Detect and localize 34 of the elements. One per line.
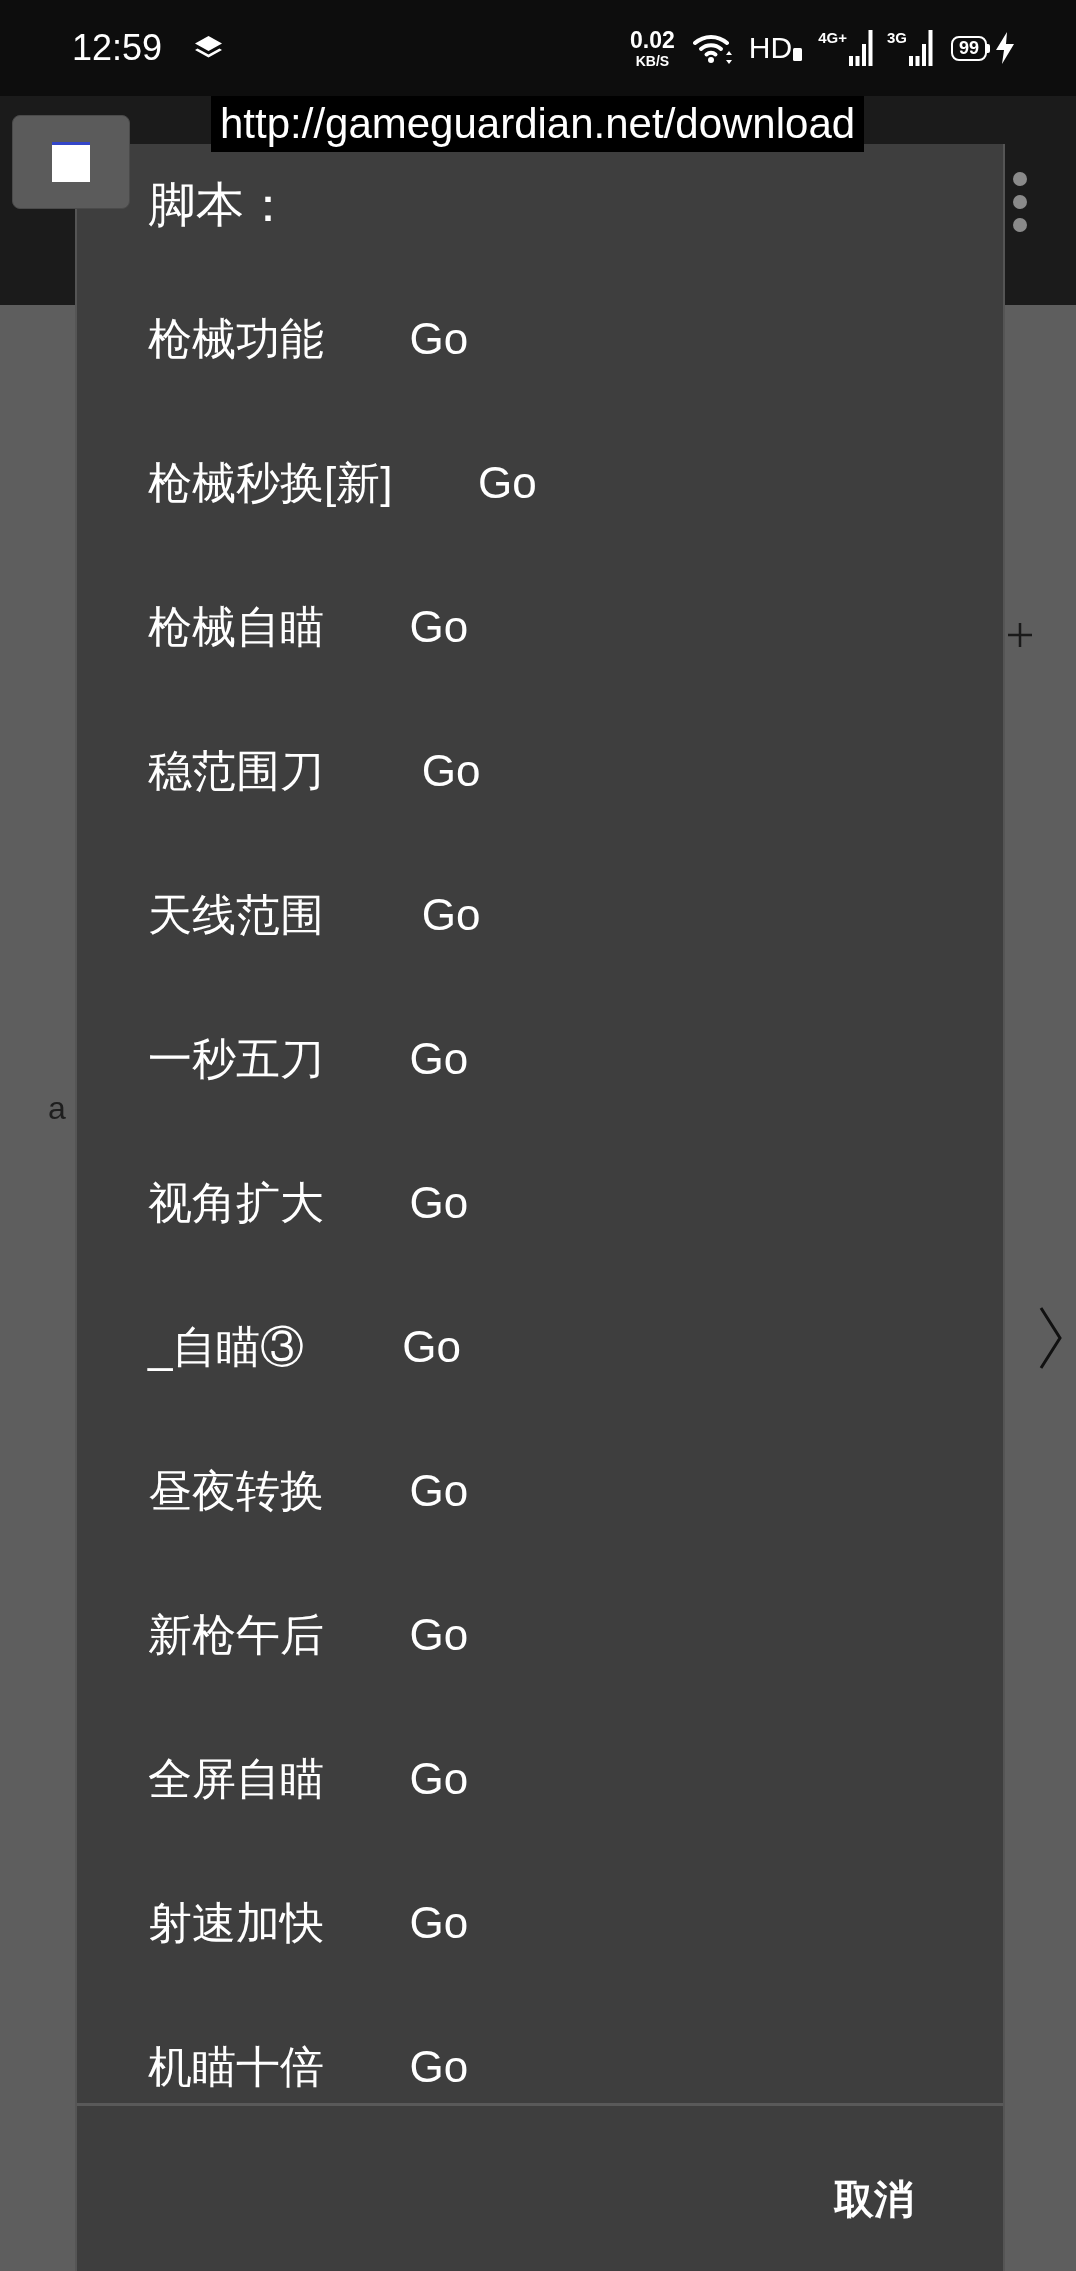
background-text: a (48, 1092, 66, 1124)
charging-bolt-icon (996, 32, 1014, 64)
url-banner: http://gameguardian.net/download (211, 96, 865, 152)
wifi-icon (692, 32, 733, 64)
battery-status: 99 (950, 35, 990, 61)
network-speed-value: 0.02 (630, 28, 675, 52)
cancel-button[interactable]: 取消 (818, 2167, 930, 2231)
network-speed-unit: KB/S (635, 53, 670, 68)
signal-bars-icon (848, 30, 873, 66)
chevron-right-icon[interactable] (1038, 1306, 1063, 1370)
script-item[interactable]: 机瞄十倍 Go (148, 2037, 469, 2097)
network-type-label: 4G+ (818, 30, 847, 45)
hd-label: HD (748, 33, 793, 63)
box-icon (793, 48, 803, 61)
signal-bars-icon (908, 30, 933, 66)
square-icon (52, 142, 90, 182)
script-item[interactable]: 稳范围刀 Go (148, 741, 481, 801)
status-time: 12:59 (72, 30, 163, 66)
script-item[interactable]: 昼夜转换 Go (148, 1461, 469, 1521)
script-item[interactable]: _自瞄③ Go (148, 1317, 461, 1377)
plus-icon[interactable] (1008, 623, 1032, 647)
network-type-label: 3G (886, 30, 907, 45)
script-item[interactable]: 射速加快 Go (148, 1893, 469, 1953)
script-item[interactable]: 视角扩大 Go (148, 1173, 469, 1233)
floating-button[interactable] (12, 115, 130, 209)
script-item[interactable]: 一秒五刀 Go (148, 1029, 469, 1089)
script-item[interactable]: 天线范围 Go (148, 885, 481, 945)
script-item[interactable]: 枪械秒换[新] Go (148, 453, 537, 513)
script-item[interactable]: 枪械自瞄 Go (148, 597, 469, 657)
script-item[interactable]: 枪械功能 Go (148, 309, 469, 369)
script-item[interactable]: 全屏自瞄 Go (148, 1749, 469, 1809)
more-icon[interactable] (1012, 171, 1028, 233)
script-item[interactable]: 新枪午后 Go (148, 1605, 469, 1665)
dialog-title: 脚本： (148, 181, 292, 229)
